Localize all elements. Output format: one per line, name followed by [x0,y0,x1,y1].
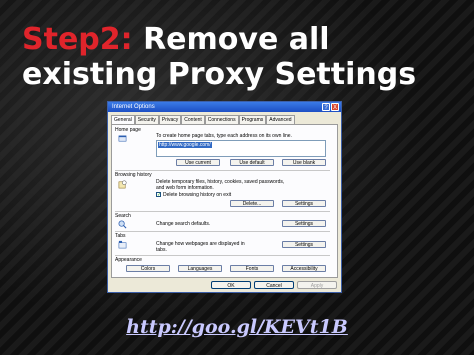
tab-programs[interactable]: Programs [238,115,267,124]
divider [115,231,330,232]
delete-history-button[interactable]: Delete... [230,200,274,207]
divider [115,255,330,256]
home-page-address: http://www.google.com/ [158,142,212,148]
tab-privacy[interactable]: Privacy [158,115,182,124]
internet-options-dialog: Internet Options ? X General Security Pr… [107,101,342,293]
history-settings-button[interactable]: Settings [282,200,326,207]
tab-content[interactable]: Content [181,115,205,124]
browsing-history-heading: Browsing history [115,172,152,178]
appearance-heading: Appearance [115,257,142,263]
accessibility-button[interactable]: Accessibility [282,265,326,272]
ok-button[interactable]: OK [211,281,251,289]
dialog-tabs: General Security Privacy Content Connect… [108,112,341,124]
colors-button[interactable]: Colors [126,265,170,272]
dialog-footer: OK Cancel Apply [211,281,337,289]
search-icon [118,220,127,229]
slide-title-step: Step2: [22,22,133,57]
tabs-description-2: tabs. [156,247,167,253]
home-page-address-field[interactable]: http://www.google.com/ [156,140,326,157]
dialog-title: Internet Options [112,104,155,110]
divider [115,211,330,212]
tabs-heading: Tabs [115,233,126,239]
slide-title: Step2: Remove all existing Proxy Setting… [22,22,474,92]
home-page-description: To create home page tabs, type each addr… [156,133,292,139]
dialog-titlebar: Internet Options ? X [108,102,341,112]
tabs-icon [118,240,127,249]
search-settings-button[interactable]: Settings [282,220,326,227]
use-current-button[interactable]: Use current [176,159,220,166]
tabs-description-1: Change how webpages are displayed in [156,241,245,247]
languages-button[interactable]: Languages [178,265,222,272]
home-page-icon [118,135,127,142]
apply-button[interactable]: Apply [297,281,337,289]
tab-general[interactable]: General [111,115,135,124]
tab-security[interactable]: Security [134,115,159,124]
fonts-button[interactable]: Fonts [230,265,274,272]
close-icon[interactable]: X [331,103,339,111]
cancel-button[interactable]: Cancel [254,281,294,289]
history-icon [118,180,127,189]
use-default-button[interactable]: Use default [230,159,274,166]
tab-advanced[interactable]: Advanced [266,115,295,124]
general-tab-panel: Home page To create home page tabs, type… [111,124,338,278]
delete-on-exit-checkbox[interactable]: ✓ [156,192,161,198]
search-description: Change search defaults. [156,221,211,227]
divider [115,170,330,171]
tabs-settings-button[interactable]: Settings [282,241,326,248]
search-heading: Search [115,213,131,219]
shortlink[interactable]: http://goo.gl/KEVt1B [0,316,474,338]
home-page-heading: Home page [115,127,141,133]
delete-on-exit-label: Delete browsing history on exit [163,192,232,198]
use-blank-button[interactable]: Use blank [282,159,326,166]
browsing-history-description-2: and web form information. [156,185,214,191]
help-icon[interactable]: ? [322,103,330,111]
tab-connections[interactable]: Connections [204,115,239,124]
